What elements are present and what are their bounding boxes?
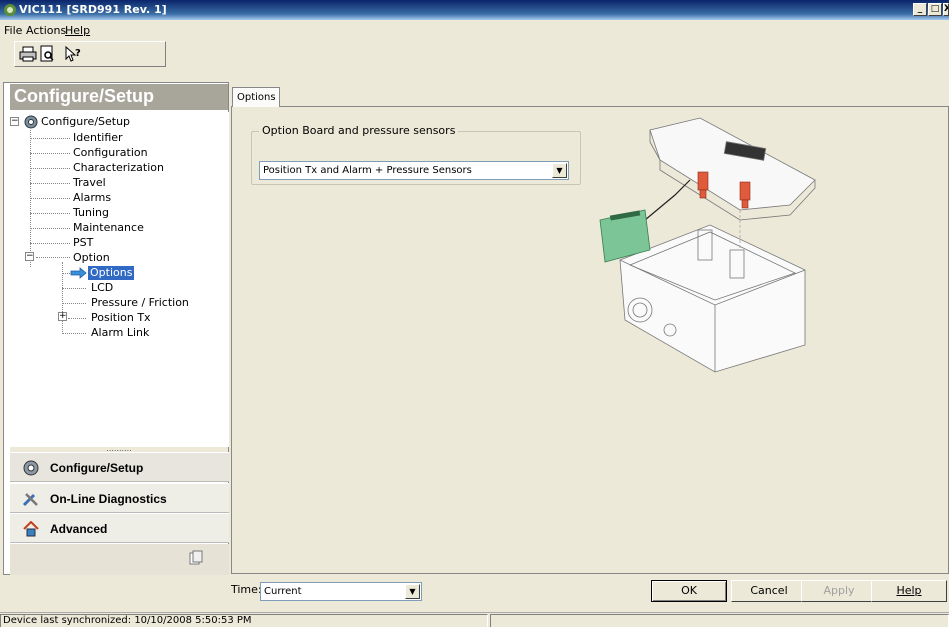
menu-bar: File Actions Help [0, 21, 949, 39]
chevron-down-icon[interactable]: ▼ [552, 163, 567, 178]
tree-item-option[interactable]: Option [73, 251, 110, 265]
panel-header: Configure/Setup [10, 84, 228, 110]
status-bar: Device last synchronized: 10/10/2008 5:5… [0, 612, 949, 627]
tree-item-configure-setup[interactable]: Configure/Setup [41, 115, 130, 129]
nav-configure-label: Configure/Setup [50, 461, 144, 475]
tree-item-maintenance[interactable]: Maintenance [73, 221, 144, 235]
menu-file[interactable]: File [4, 24, 22, 37]
option-board-select[interactable]: Position Tx and Alarm + Pressure Sensors… [259, 161, 569, 180]
nav-footer [10, 544, 229, 575]
collapse-option-icon[interactable]: − [25, 252, 34, 261]
tree-item-lcd[interactable]: LCD [91, 281, 113, 295]
tree-item-characterization[interactable]: Characterization [73, 161, 164, 175]
tree-item-pst[interactable]: PST [73, 236, 93, 250]
toolbar: ? [14, 41, 166, 67]
minimize-button[interactable]: _ [913, 3, 927, 16]
context-help-icon[interactable]: ? [63, 45, 83, 63]
nav-configure-setup[interactable]: Configure/Setup [10, 452, 229, 482]
collapse-root-icon[interactable]: − [10, 117, 19, 126]
nav-online-diagnostics[interactable]: On-Line Diagnostics [10, 483, 229, 513]
gear-icon [23, 460, 39, 476]
time-label: Time: [231, 583, 262, 596]
apply-button[interactable]: Apply [801, 580, 877, 602]
sync-status: Device last synchronized: 10/10/2008 5:5… [0, 614, 488, 627]
configuration-tree: − Configure/Setup Identifier Configurati… [10, 112, 229, 447]
print-preview-icon[interactable] [37, 45, 57, 63]
maximize-button[interactable]: □ [928, 3, 942, 16]
time-select[interactable]: Current ▼ [260, 582, 422, 601]
tree-item-options[interactable]: Options [88, 266, 135, 280]
nav-advanced[interactable]: Advanced [10, 513, 229, 543]
app-icon [4, 4, 16, 16]
nav-advanced-label: Advanced [50, 522, 108, 536]
svg-text:?: ? [75, 48, 81, 59]
expand-position-tx-icon[interactable]: + [58, 312, 67, 321]
arrow-right-icon [70, 267, 87, 279]
tree-item-tuning[interactable]: Tuning [73, 206, 109, 220]
positioner-illustration [599, 117, 816, 373]
panel-options-icon[interactable] [188, 550, 204, 566]
status-pane-secondary [490, 614, 949, 627]
help-button[interactable]: Help [871, 580, 947, 602]
nav-diagnostics-label: On-Line Diagnostics [50, 492, 167, 506]
tree-item-pressure-friction[interactable]: Pressure / Friction [91, 296, 189, 310]
tools-icon [22, 493, 38, 507]
tree-item-alarm-link[interactable]: Alarm Link [91, 326, 149, 340]
tab-options[interactable]: Options [232, 87, 280, 107]
printer-icon[interactable] [18, 45, 38, 63]
time-select-value: Current [264, 586, 302, 597]
menu-help[interactable]: Help [65, 24, 90, 37]
house-icon [23, 521, 39, 537]
tree-item-position-tx[interactable]: Position Tx [91, 311, 151, 325]
cancel-button[interactable]: Cancel [731, 580, 807, 602]
tree-item-travel[interactable]: Travel [73, 176, 106, 190]
option-board-select-value: Position Tx and Alarm + Pressure Sensors [263, 165, 472, 176]
chevron-down-icon[interactable]: ▼ [405, 584, 420, 599]
tree-item-configuration[interactable]: Configuration [73, 146, 148, 160]
window-title: VIC111 [SRD991 Rev. 1] [19, 3, 167, 16]
option-board-group-label: Option Board and pressure sensors [259, 124, 459, 137]
menu-actions[interactable]: Actions [26, 24, 66, 37]
tree-item-identifier[interactable]: Identifier [73, 131, 123, 145]
close-button[interactable]: X [943, 3, 949, 16]
title-bar: VIC111 [SRD991 Rev. 1] _ □ X [0, 0, 949, 20]
tree-item-alarms[interactable]: Alarms [73, 191, 111, 205]
gear-icon [24, 115, 38, 129]
ok-button[interactable]: OK [651, 580, 727, 602]
